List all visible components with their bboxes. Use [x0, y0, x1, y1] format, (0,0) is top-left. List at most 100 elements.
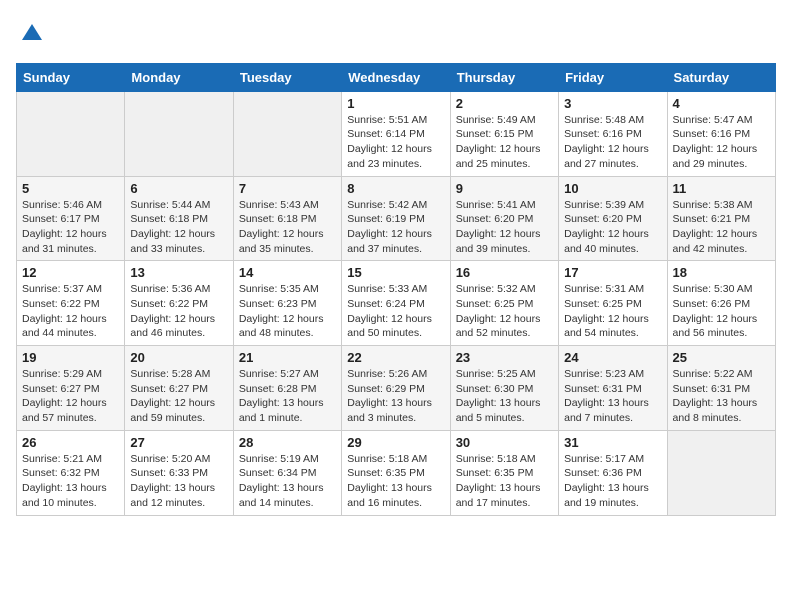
- calendar-header-row: SundayMondayTuesdayWednesdayThursdayFrid…: [17, 63, 776, 91]
- calendar-cell: 21 Sunrise: 5:27 AMSunset: 6:28 PMDayligh…: [233, 346, 341, 431]
- calendar-cell: 10 Sunrise: 5:39 AMSunset: 6:20 PMDayligh…: [559, 176, 667, 261]
- calendar-cell: 27 Sunrise: 5:20 AMSunset: 6:33 PMDayligh…: [125, 430, 233, 515]
- calendar-cell: 18 Sunrise: 5:30 AMSunset: 6:26 PMDayligh…: [667, 261, 775, 346]
- calendar-cell: 13 Sunrise: 5:36 AMSunset: 6:22 PMDayligh…: [125, 261, 233, 346]
- calendar-day-header: Friday: [559, 63, 667, 91]
- day-number: 12: [22, 265, 119, 280]
- calendar-week-row: 26Sunrise: 5:21 AMSunset: 6:32 PMDayligh…: [17, 430, 776, 515]
- calendar-cell: 31Sunrise: 5:17 AMSunset: 6:36 PMDayligh…: [559, 430, 667, 515]
- day-info: Sunrise: 5:44 AMSunset: 6:18 PMDaylight:…: [130, 198, 227, 257]
- calendar-cell: 24 Sunrise: 5:23 AMSunset: 6:31 PMDayligh…: [559, 346, 667, 431]
- day-info: Sunrise: 5:39 AMSunset: 6:20 PMDaylight:…: [564, 198, 661, 257]
- day-number: 14: [239, 265, 336, 280]
- logo-icon: [18, 20, 46, 48]
- day-number: 3: [564, 96, 661, 111]
- day-info: Sunrise: 5:33 AMSunset: 6:24 PMDaylight:…: [347, 282, 444, 341]
- page-header: [16, 16, 776, 53]
- day-number: 20: [130, 350, 227, 365]
- day-number: 29: [347, 435, 444, 450]
- calendar-cell: 23 Sunrise: 5:25 AMSunset: 6:30 PMDayligh…: [450, 346, 558, 431]
- calendar-cell: 16 Sunrise: 5:32 AMSunset: 6:25 PMDayligh…: [450, 261, 558, 346]
- day-info: Sunrise: 5:41 AMSunset: 6:20 PMDaylight:…: [456, 198, 553, 257]
- day-number: 8: [347, 181, 444, 196]
- calendar-cell: 29 Sunrise: 5:18 AMSunset: 6:35 PMDayligh…: [342, 430, 450, 515]
- calendar-day-header: Thursday: [450, 63, 558, 91]
- calendar-day-header: Saturday: [667, 63, 775, 91]
- day-number: 22: [347, 350, 444, 365]
- day-info: Sunrise: 5:48 AMSunset: 6:16 PMDaylight:…: [564, 113, 661, 172]
- calendar-cell: 30 Sunrise: 5:18 AMSunset: 6:35 PMDayligh…: [450, 430, 558, 515]
- day-number: 5: [22, 181, 119, 196]
- calendar-cell: 11 Sunrise: 5:38 AMSunset: 6:21 PMDayligh…: [667, 176, 775, 261]
- day-info: Sunrise: 5:25 AMSunset: 6:30 PMDaylight:…: [456, 367, 553, 426]
- day-info: Sunrise: 5:23 AMSunset: 6:31 PMDaylight:…: [564, 367, 661, 426]
- day-number: 30: [456, 435, 553, 450]
- calendar-cell: [125, 91, 233, 176]
- calendar-cell: 22 Sunrise: 5:26 AMSunset: 6:29 PMDayligh…: [342, 346, 450, 431]
- day-info: Sunrise: 5:49 AMSunset: 6:15 PMDaylight:…: [456, 113, 553, 172]
- calendar-day-header: Tuesday: [233, 63, 341, 91]
- day-info: Sunrise: 5:17 AMSunset: 6:36 PMDaylight:…: [564, 452, 661, 511]
- day-number: 4: [673, 96, 770, 111]
- calendar-cell: 9 Sunrise: 5:41 AMSunset: 6:20 PMDaylight…: [450, 176, 558, 261]
- calendar-cell: 6 Sunrise: 5:44 AMSunset: 6:18 PMDaylight…: [125, 176, 233, 261]
- calendar-day-header: Monday: [125, 63, 233, 91]
- day-info: Sunrise: 5:27 AMSunset: 6:28 PMDaylight:…: [239, 367, 336, 426]
- day-info: Sunrise: 5:46 AMSunset: 6:17 PMDaylight:…: [22, 198, 119, 257]
- day-number: 1: [347, 96, 444, 111]
- day-number: 7: [239, 181, 336, 196]
- calendar-body: 1 Sunrise: 5:51 AMSunset: 6:14 PMDaylight…: [17, 91, 776, 515]
- calendar-day-header: Sunday: [17, 63, 125, 91]
- day-number: 27: [130, 435, 227, 450]
- day-info: Sunrise: 5:26 AMSunset: 6:29 PMDaylight:…: [347, 367, 444, 426]
- day-info: Sunrise: 5:28 AMSunset: 6:27 PMDaylight:…: [130, 367, 227, 426]
- calendar-cell: 26Sunrise: 5:21 AMSunset: 6:32 PMDayligh…: [17, 430, 125, 515]
- calendar-cell: 15 Sunrise: 5:33 AMSunset: 6:24 PMDayligh…: [342, 261, 450, 346]
- day-info: Sunrise: 5:42 AMSunset: 6:19 PMDaylight:…: [347, 198, 444, 257]
- calendar-cell: 1 Sunrise: 5:51 AMSunset: 6:14 PMDaylight…: [342, 91, 450, 176]
- day-info: Sunrise: 5:35 AMSunset: 6:23 PMDaylight:…: [239, 282, 336, 341]
- day-info: Sunrise: 5:18 AMSunset: 6:35 PMDaylight:…: [347, 452, 444, 511]
- day-number: 18: [673, 265, 770, 280]
- logo: [16, 20, 46, 53]
- day-number: 13: [130, 265, 227, 280]
- day-number: 11: [673, 181, 770, 196]
- day-info: Sunrise: 5:37 AMSunset: 6:22 PMDaylight:…: [22, 282, 119, 341]
- day-info: Sunrise: 5:29 AMSunset: 6:27 PMDaylight:…: [22, 367, 119, 426]
- day-number: 21: [239, 350, 336, 365]
- calendar-cell: 25Sunrise: 5:22 AMSunset: 6:31 PMDayligh…: [667, 346, 775, 431]
- calendar-cell: 14 Sunrise: 5:35 AMSunset: 6:23 PMDayligh…: [233, 261, 341, 346]
- day-info: Sunrise: 5:30 AMSunset: 6:26 PMDaylight:…: [673, 282, 770, 341]
- day-info: Sunrise: 5:47 AMSunset: 6:16 PMDaylight:…: [673, 113, 770, 172]
- day-info: Sunrise: 5:32 AMSunset: 6:25 PMDaylight:…: [456, 282, 553, 341]
- calendar-week-row: 1 Sunrise: 5:51 AMSunset: 6:14 PMDaylight…: [17, 91, 776, 176]
- calendar-cell: 5 Sunrise: 5:46 AMSunset: 6:17 PMDaylight…: [17, 176, 125, 261]
- day-number: 2: [456, 96, 553, 111]
- calendar-cell: 2 Sunrise: 5:49 AMSunset: 6:15 PMDaylight…: [450, 91, 558, 176]
- day-info: Sunrise: 5:36 AMSunset: 6:22 PMDaylight:…: [130, 282, 227, 341]
- day-number: 15: [347, 265, 444, 280]
- day-number: 6: [130, 181, 227, 196]
- calendar-cell: 17Sunrise: 5:31 AMSunset: 6:25 PMDayligh…: [559, 261, 667, 346]
- calendar-cell: 28Sunrise: 5:19 AMSunset: 6:34 PMDayligh…: [233, 430, 341, 515]
- day-info: Sunrise: 5:51 AMSunset: 6:14 PMDaylight:…: [347, 113, 444, 172]
- day-number: 16: [456, 265, 553, 280]
- day-number: 24: [564, 350, 661, 365]
- day-number: 17: [564, 265, 661, 280]
- day-number: 25: [673, 350, 770, 365]
- calendar-week-row: 5 Sunrise: 5:46 AMSunset: 6:17 PMDaylight…: [17, 176, 776, 261]
- day-number: 9: [456, 181, 553, 196]
- day-info: Sunrise: 5:21 AMSunset: 6:32 PMDaylight:…: [22, 452, 119, 511]
- calendar-day-header: Wednesday: [342, 63, 450, 91]
- calendar-cell: 12 Sunrise: 5:37 AMSunset: 6:22 PMDayligh…: [17, 261, 125, 346]
- day-info: Sunrise: 5:38 AMSunset: 6:21 PMDaylight:…: [673, 198, 770, 257]
- day-number: 23: [456, 350, 553, 365]
- calendar-cell: 20 Sunrise: 5:28 AMSunset: 6:27 PMDayligh…: [125, 346, 233, 431]
- calendar-cell: [17, 91, 125, 176]
- day-number: 28: [239, 435, 336, 450]
- day-info: Sunrise: 5:18 AMSunset: 6:35 PMDaylight:…: [456, 452, 553, 511]
- day-info: Sunrise: 5:20 AMSunset: 6:33 PMDaylight:…: [130, 452, 227, 511]
- day-number: 10: [564, 181, 661, 196]
- calendar-cell: 4 Sunrise: 5:47 AMSunset: 6:16 PMDaylight…: [667, 91, 775, 176]
- calendar-cell: 3 Sunrise: 5:48 AMSunset: 6:16 PMDaylight…: [559, 91, 667, 176]
